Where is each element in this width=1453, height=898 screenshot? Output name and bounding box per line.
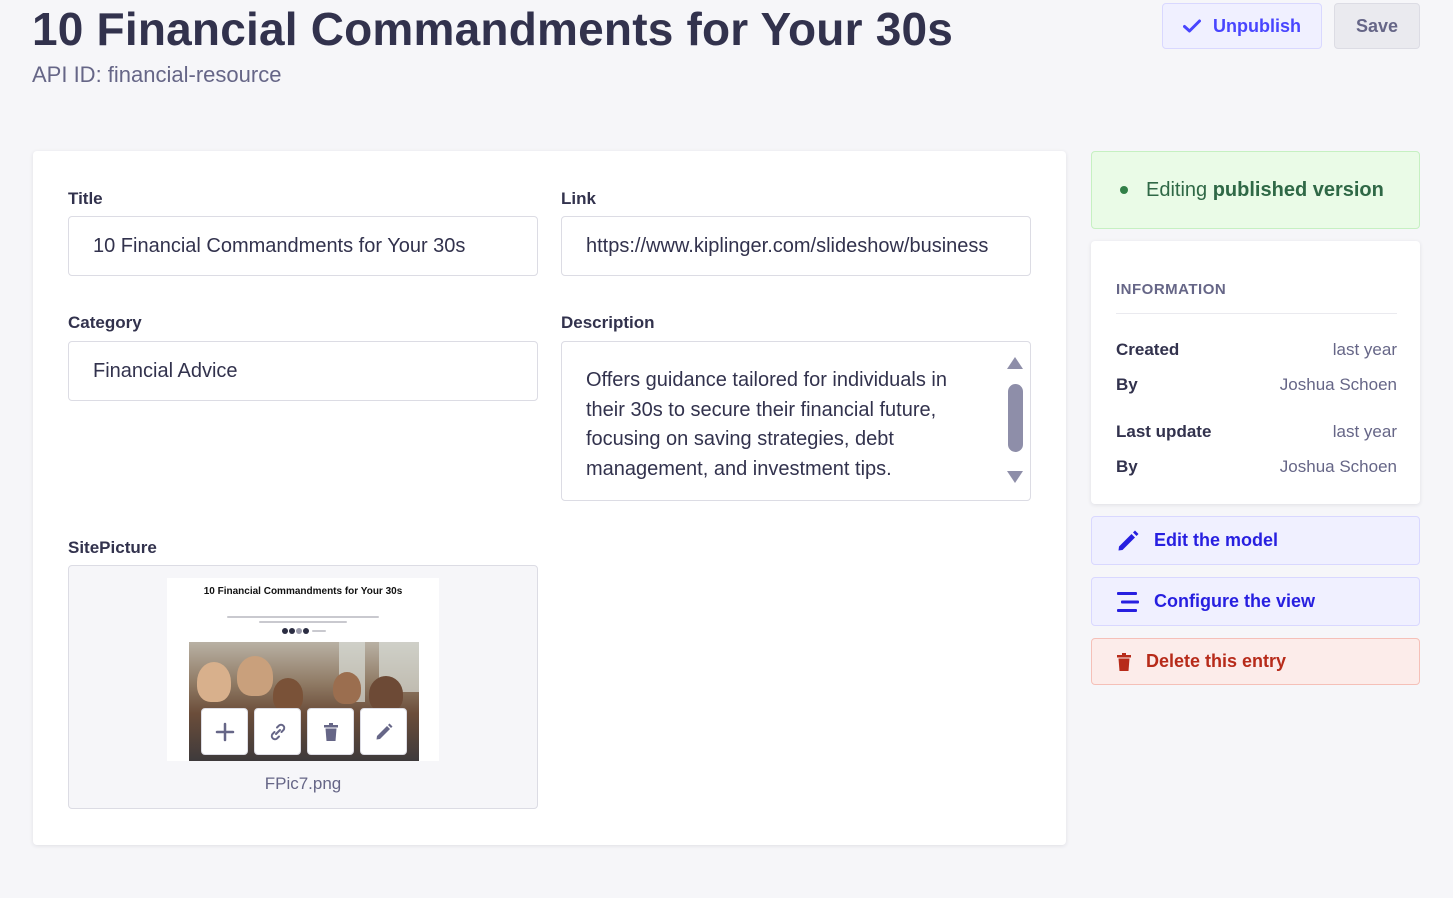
- description-text: Offers guidance tailored for individuals…: [586, 369, 947, 480]
- created-by-row: By Joshua Schoen: [1116, 375, 1397, 395]
- last-update-label: Last update: [1116, 422, 1212, 441]
- edit-model-label: Edit the model: [1154, 530, 1279, 550]
- divider: [1116, 313, 1397, 314]
- link-input[interactable]: https://www.kiplinger.com/slideshow/busi…: [561, 216, 1031, 276]
- status-text: Editing published version: [1146, 179, 1384, 202]
- list-settings-icon: [1117, 591, 1139, 612]
- content-manager-edit-view: 10 Financial Commandments for Your 30s A…: [0, 0, 1453, 898]
- created-row: Created last year: [1116, 340, 1397, 360]
- save-label: Save: [1355, 15, 1399, 36]
- last-update-value: last year: [1332, 422, 1397, 441]
- description-label: Description: [561, 313, 655, 332]
- status-banner: Editing published version: [1091, 151, 1420, 229]
- last-update-row: Last update last year: [1116, 422, 1397, 442]
- pencil-icon: [1118, 530, 1139, 550]
- updated-by-value: Joshua Schoen: [1279, 457, 1397, 476]
- scrollbar-thumb[interactable]: [1008, 384, 1023, 452]
- created-label: Created: [1116, 340, 1180, 359]
- add-icon: [215, 722, 234, 741]
- status-emphasis: published version: [1212, 178, 1384, 201]
- category-label: Category: [68, 313, 142, 332]
- unpublish-label: Unpublish: [1213, 15, 1301, 36]
- information-panel: INFORMATION Created last year By Joshua …: [1091, 241, 1420, 504]
- status-dot-icon: [1120, 186, 1128, 194]
- updated-by-row: By Joshua Schoen: [1116, 457, 1397, 477]
- configure-view-label: Configure the view: [1154, 591, 1316, 611]
- unpublish-button[interactable]: Unpublish: [1162, 3, 1322, 49]
- api-id: API ID: financial-resource: [32, 62, 282, 87]
- link-label: Link: [561, 189, 596, 208]
- delete-entry-label: Delete this entry: [1146, 651, 1287, 671]
- configure-view-button[interactable]: Configure the view: [1091, 577, 1420, 626]
- add-picture-button[interactable]: [201, 708, 248, 755]
- created-value: last year: [1332, 340, 1397, 359]
- status-prefix: Editing: [1146, 178, 1208, 201]
- check-icon: [1183, 19, 1201, 33]
- title-label: Title: [68, 189, 103, 208]
- scroll-up-arrow-icon[interactable]: [1006, 356, 1024, 370]
- save-button[interactable]: Save: [1334, 3, 1420, 49]
- site-picture-field[interactable]: 10 Financial Commandments for Your 30s F…: [68, 565, 538, 809]
- edit-picture-button[interactable]: [360, 708, 407, 755]
- edit-model-button[interactable]: Edit the model: [1091, 516, 1420, 565]
- delete-picture-button[interactable]: [307, 708, 354, 755]
- picture-actions: [201, 708, 407, 755]
- category-input[interactable]: Financial Advice: [68, 341, 538, 401]
- site-picture-label: SitePicture: [68, 538, 157, 557]
- scroll-down-arrow-icon[interactable]: [1006, 470, 1024, 484]
- page-title: 10 Financial Commandments for Your 30s: [32, 3, 954, 55]
- picture-filename: FPic7.png: [264, 774, 342, 793]
- trash-icon: [323, 722, 338, 741]
- preview-title: 10 Financial Commandments for Your 30s: [203, 586, 403, 597]
- pencil-icon: [376, 723, 392, 739]
- created-by-value: Joshua Schoen: [1279, 375, 1397, 394]
- updated-by-label: By: [1116, 457, 1138, 476]
- title-input[interactable]: 10 Financial Commandments for Your 30s: [68, 216, 538, 276]
- information-heading: INFORMATION: [1116, 281, 1227, 298]
- delete-entry-button[interactable]: Delete this entry: [1091, 638, 1420, 685]
- entry-form-card: Title 10 Financial Commandments for Your…: [33, 151, 1066, 845]
- link-icon: [270, 723, 285, 740]
- copy-link-button[interactable]: [254, 708, 301, 755]
- created-by-label: By: [1116, 375, 1138, 394]
- description-textarea[interactable]: Offers guidance tailored for individuals…: [561, 341, 1031, 501]
- trash-icon: [1117, 652, 1131, 671]
